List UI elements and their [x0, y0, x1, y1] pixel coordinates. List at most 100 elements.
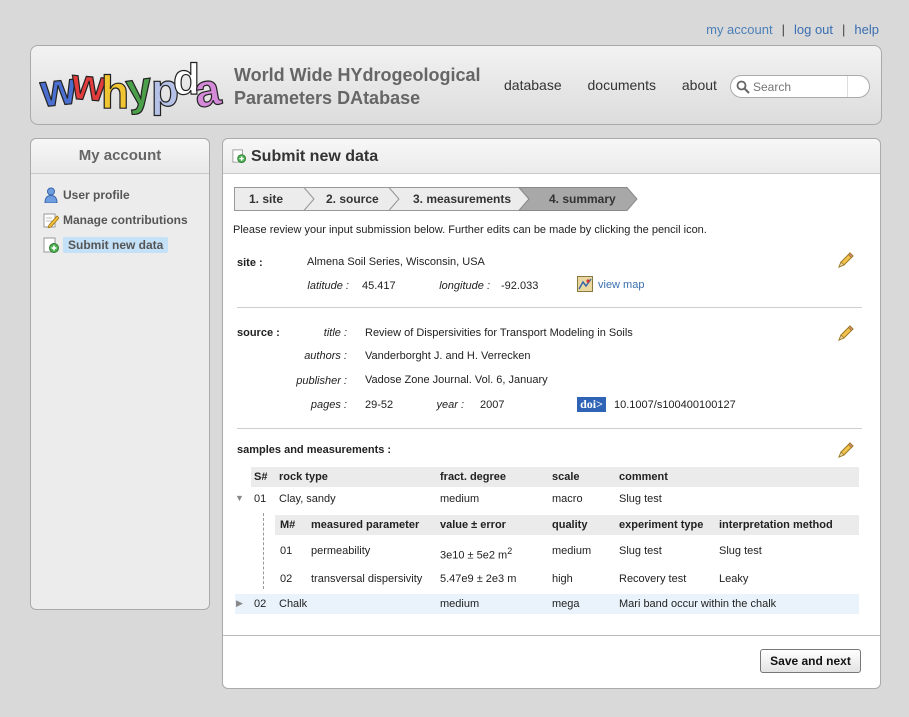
sample-row[interactable]: ▶ 02 Chalk medium mega Mari band occur w…	[235, 594, 859, 614]
source-title-label: title :	[323, 327, 347, 339]
source-authors-label: authors :	[304, 350, 347, 362]
help-link[interactable]: help	[854, 22, 879, 37]
edit-site-pencil-icon[interactable]	[837, 251, 855, 269]
view-map-link[interactable]: view map	[598, 279, 644, 291]
search-endcap	[847, 76, 869, 97]
nav-about[interactable]: about	[682, 77, 717, 93]
longitude-label: longitude :	[439, 280, 490, 292]
doi-badge: doi>	[577, 397, 606, 412]
site-title-line2: Parameters DAtabase	[234, 88, 421, 108]
meas-interpretation: Leaky	[719, 573, 749, 585]
sample-num: 01	[254, 493, 267, 505]
edit-samples-pencil-icon[interactable]	[837, 441, 855, 459]
sample-row[interactable]: ▼ 01 Clay, sandy medium macro Slug test	[235, 489, 859, 509]
col-scale: scale	[552, 471, 580, 483]
tree-connector	[263, 513, 264, 589]
sidebar-item-label: User profile	[63, 187, 130, 202]
doi-value[interactable]: 10.1007/s100400100127	[614, 399, 736, 411]
col-fract-degree: fract. degree	[440, 471, 507, 483]
sample-comment: Slug test	[619, 493, 662, 505]
sample-num: 02	[254, 598, 267, 610]
edit-source-pencil-icon[interactable]	[837, 324, 855, 342]
separator: |	[781, 22, 785, 37]
top-links: my account | log out | help	[706, 22, 879, 37]
meas-value-exponent: 2	[507, 546, 513, 556]
samples-section-label: samples and measurements :	[237, 444, 392, 456]
sidebar-item-user-profile[interactable]: User profile	[43, 185, 130, 203]
sidebar-title: My account	[31, 139, 209, 174]
search-box[interactable]	[730, 75, 870, 98]
col-meas-num: M#	[280, 519, 296, 531]
intro-text: Please review your input submission belo…	[233, 224, 707, 236]
nav-documents[interactable]: documents	[588, 77, 656, 93]
latitude-label: latitude :	[307, 280, 349, 292]
divider	[237, 307, 862, 308]
step-summary[interactable]: 4. summary	[549, 187, 616, 211]
sample-fract: medium	[440, 493, 480, 505]
sidebar-item-submit-new-data[interactable]: Submit new data	[43, 235, 169, 253]
measurement-row[interactable]: 02 transversal dispersivity 5.47e9 ± 2e3…	[275, 569, 859, 589]
sidebar-item-label: Submit new data	[63, 236, 169, 253]
source-authors-value: Vanderborght J. and H. Verrecken	[365, 350, 531, 362]
main-nav: database documents about	[504, 77, 739, 93]
wwhypda-logo[interactable]: w w h y p d a	[39, 54, 224, 118]
col-measured-parameter: measured parameter	[311, 519, 420, 531]
source-pages-value: 29-52	[365, 399, 394, 411]
meas-value: 3e10 ± 5e2 m2	[440, 541, 513, 562]
pencil-note-icon	[43, 213, 59, 228]
step-site[interactable]: 1. site	[249, 187, 283, 211]
meas-experiment: Recovery test	[619, 573, 687, 585]
log-out-link[interactable]: log out	[794, 22, 833, 37]
col-rock-type: rock type	[279, 471, 328, 483]
col-experiment-type: experiment type	[619, 519, 704, 531]
sample-scale: macro	[552, 493, 583, 505]
meas-num: 02	[280, 573, 293, 585]
site-title: World Wide HYdrogeological Parameters DA…	[234, 64, 494, 110]
source-publisher-label: publisher :	[296, 375, 347, 387]
sample-rock: Clay, sandy	[279, 493, 336, 505]
step-measurements[interactable]: 3. measurements	[413, 187, 511, 211]
site-section-label: site :	[237, 257, 263, 269]
sample-rock: Chalk	[279, 598, 308, 610]
meas-num: 01	[280, 545, 293, 557]
measurements-table-header: M# measured parameter value ± error qual…	[275, 515, 859, 535]
col-interpretation-method: interpretation method	[719, 519, 833, 531]
main-panel-header: Submit new data	[223, 139, 880, 174]
nav-database[interactable]: database	[504, 77, 562, 93]
page-title: Submit new data	[251, 148, 379, 165]
col-quality: quality	[552, 519, 588, 531]
map-icon[interactable]	[577, 276, 593, 292]
samples-table-header: S# rock type fract. degree scale comment	[251, 467, 859, 487]
sidebar-item-manage-contributions[interactable]: Manage contributions	[43, 210, 188, 228]
latitude-value: 45.417	[362, 280, 396, 292]
separator: |	[842, 22, 846, 37]
search-input[interactable]	[753, 79, 845, 95]
measurement-row[interactable]: 01 permeability 3e10 ± 5e2 m2 medium Slu…	[275, 541, 859, 562]
sample-fract: medium	[440, 598, 480, 610]
meas-value: 5.47e9 ± 2e3 m	[440, 573, 517, 585]
step-source[interactable]: 2. source	[326, 187, 379, 211]
sample-comment: Mari band occur within the chalk	[619, 598, 777, 610]
add-document-icon	[232, 149, 246, 163]
source-year-value: 2007	[480, 399, 505, 411]
user-icon	[44, 187, 58, 203]
search-icon	[736, 80, 750, 94]
sample-scale: mega	[552, 598, 580, 610]
meas-quality: high	[552, 573, 573, 585]
save-and-next-button[interactable]: Save and next	[760, 649, 861, 673]
col-sample-num: S#	[254, 471, 268, 483]
source-year-label: year :	[436, 399, 464, 411]
meas-quality: medium	[552, 545, 592, 557]
svg-text:a: a	[190, 62, 224, 118]
col-value-error: value ± error	[440, 519, 506, 531]
add-document-icon	[43, 237, 59, 253]
col-comment: comment	[619, 471, 668, 483]
divider	[237, 428, 862, 429]
source-publisher-value: Vadose Zone Journal. Vol. 6, January	[365, 374, 548, 386]
collapse-triangle-icon[interactable]: ▼	[235, 493, 244, 503]
sidebar-item-label: Manage contributions	[63, 212, 188, 227]
expand-triangle-icon[interactable]: ▶	[236, 598, 243, 609]
sidebar: My account User profile Manage contribut…	[30, 138, 210, 610]
my-account-link[interactable]: my account	[706, 22, 772, 37]
footer-divider	[223, 635, 880, 636]
